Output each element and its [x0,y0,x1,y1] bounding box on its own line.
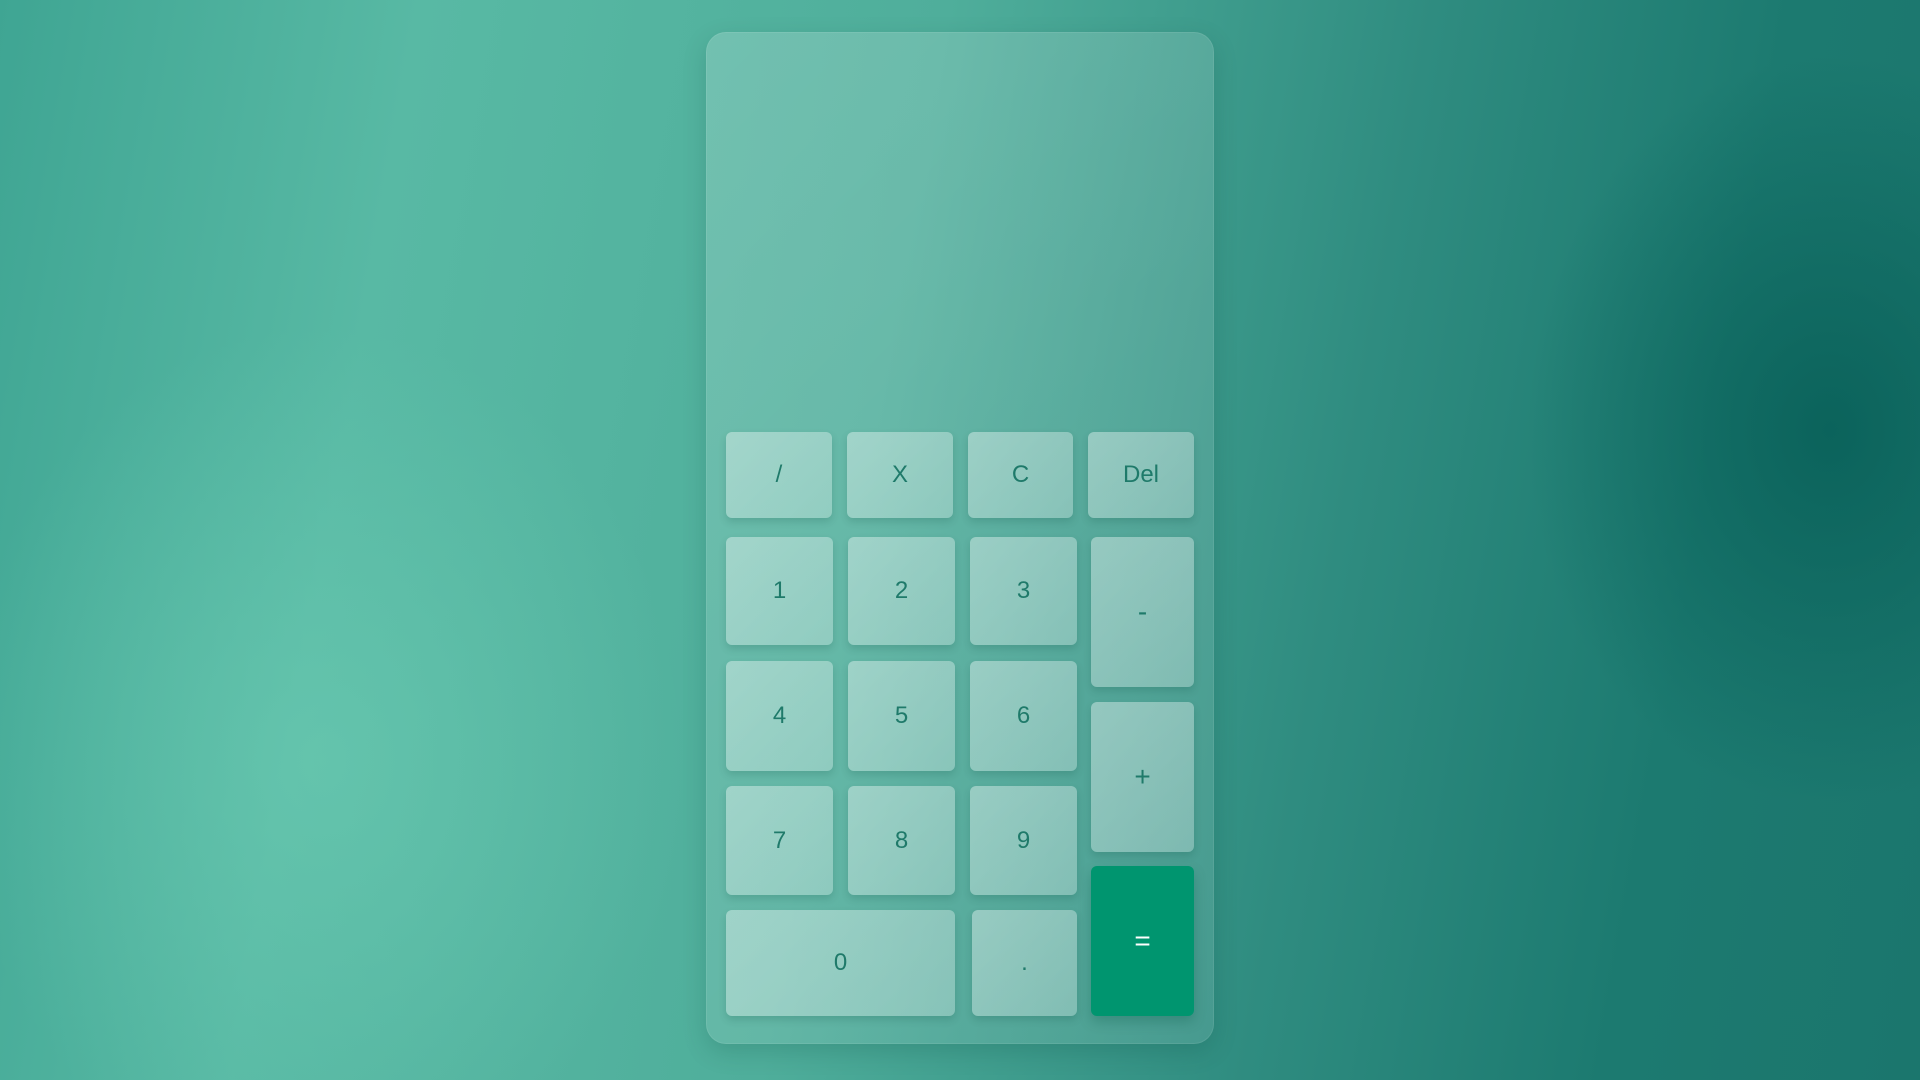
clear-button[interactable]: C [968,432,1073,518]
digit-2-button[interactable]: 2 [848,537,955,645]
digit-5-button[interactable]: 5 [848,661,955,771]
decimal-button[interactable]: . [972,910,1077,1016]
calculator: / X C Del 1 2 3 - 4 5 6 + 7 8 9 0 . = [706,32,1214,1044]
digit-3-button[interactable]: 3 [970,537,1077,645]
delete-button[interactable]: Del [1088,432,1194,518]
minus-button[interactable]: - [1091,537,1194,687]
multiply-button[interactable]: X [847,432,953,518]
digit-7-button[interactable]: 7 [726,786,833,895]
digit-4-button[interactable]: 4 [726,661,833,771]
digit-8-button[interactable]: 8 [848,786,955,895]
digit-0-button[interactable]: 0 [726,910,955,1016]
plus-button[interactable]: + [1091,702,1194,852]
calculator-display [726,52,1194,412]
digit-9-button[interactable]: 9 [970,786,1077,895]
digit-6-button[interactable]: 6 [970,661,1077,771]
digit-1-button[interactable]: 1 [726,537,833,645]
divide-button[interactable]: / [726,432,832,518]
equals-button[interactable]: = [1091,866,1194,1016]
